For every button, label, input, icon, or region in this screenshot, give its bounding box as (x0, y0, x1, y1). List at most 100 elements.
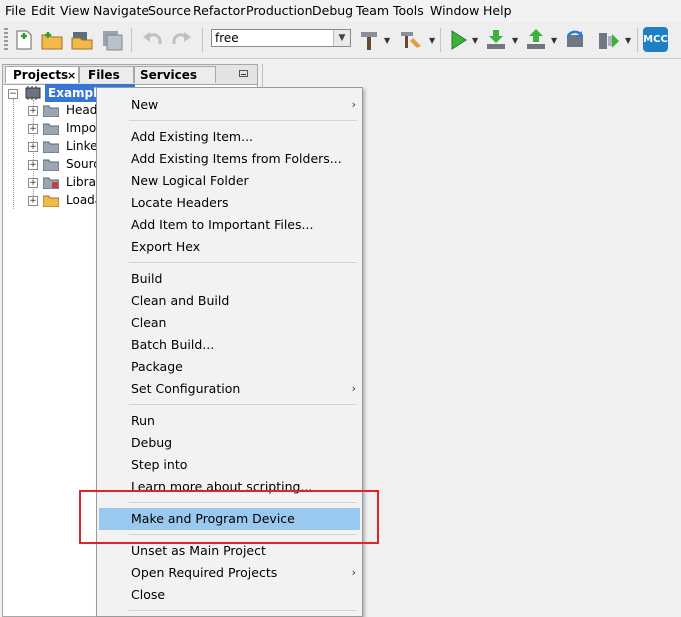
folder-icon (43, 123, 59, 135)
expand-icon[interactable]: + (28, 160, 38, 170)
menu-tools[interactable]: Tools (393, 3, 424, 18)
menu-source[interactable]: Source (148, 3, 191, 18)
menu-team[interactable]: Team (356, 3, 389, 18)
menu-item-label: Clean and Build (131, 293, 230, 308)
save-all-icon[interactable] (100, 28, 124, 52)
new-file-icon[interactable] (12, 28, 36, 52)
new-project-icon[interactable] (40, 28, 64, 52)
loadable-folder-icon (43, 195, 59, 207)
run-icon[interactable] (446, 28, 470, 52)
menu-item-label: New (131, 97, 159, 112)
chevron-right-icon: › (351, 382, 356, 395)
menu-item-label: Add Existing Items from Folders... (131, 151, 342, 166)
build-hammer-icon[interactable] (358, 28, 382, 52)
tab-services[interactable]: Services (134, 66, 216, 83)
expand-icon[interactable]: + (28, 124, 38, 134)
menu-item-open-required-projects[interactable]: Open Required Projects › (99, 562, 360, 584)
configuration-select[interactable]: free ▼ (211, 29, 351, 47)
highlight-annotation-box (79, 490, 379, 544)
chevron-right-icon: › (351, 98, 356, 111)
menu-item-step-into[interactable]: Step into (99, 454, 360, 476)
menu-window[interactable]: Window (430, 3, 479, 18)
folder-icon (43, 105, 59, 117)
menu-item-label: Step into (131, 457, 188, 472)
menu-item-add-item-to-important-files[interactable]: Add Item to Important Files... (99, 214, 360, 236)
menu-item-label: Add Existing Item... (131, 129, 254, 144)
chevron-down-icon[interactable]: ▼ (472, 36, 478, 45)
close-icon[interactable]: × (67, 67, 76, 84)
menu-view[interactable]: View (60, 3, 90, 18)
menu-edit[interactable]: Edit (31, 3, 55, 18)
tab-projects-label: Projects (13, 68, 69, 82)
menu-item-label: Batch Build... (131, 337, 215, 352)
chevron-down-icon[interactable]: ▼ (551, 36, 557, 45)
configuration-value: free (215, 31, 239, 45)
menu-item-batch-build[interactable]: Batch Build... (99, 334, 360, 356)
menu-item-label: Open Required Projects (131, 565, 278, 580)
menu-item-label: Package (131, 359, 183, 374)
menu-item-label: Build (131, 271, 163, 286)
redo-icon[interactable] (170, 28, 194, 52)
menu-item-new[interactable]: New › (99, 94, 360, 116)
menu-file[interactable]: File (5, 3, 26, 18)
chevron-down-icon[interactable]: ▼ (625, 36, 631, 45)
clean-build-icon[interactable] (399, 28, 423, 52)
menu-item-build[interactable]: Build (99, 268, 360, 290)
chip-icon (25, 86, 41, 100)
mcc-label: MCC (643, 34, 668, 45)
menu-item-label: Debug (131, 435, 173, 450)
upload-icon[interactable] (524, 28, 548, 52)
menu-item-label: New Logical Folder (131, 173, 249, 188)
menu-refactor[interactable]: Refactor (193, 3, 245, 18)
menu-item-locate-headers[interactable]: Locate Headers (99, 192, 360, 214)
menu-item-label: Set Configuration (131, 381, 241, 396)
chevron-down-icon[interactable]: ▼ (429, 36, 435, 45)
refresh-icon[interactable] (563, 28, 587, 52)
tab-services-label: Services (140, 68, 198, 82)
menu-item-clean[interactable]: Clean (99, 312, 360, 334)
open-project-icon[interactable] (70, 28, 94, 52)
chevron-down-icon[interactable]: ▼ (512, 36, 518, 45)
menu-item-label: Locate Headers (131, 195, 229, 210)
toolbar-grip[interactable] (4, 28, 8, 52)
tab-projects[interactable]: Projects × (5, 66, 79, 83)
menu-item-label: Export Hex (131, 239, 201, 254)
menu-item-run[interactable]: Run (99, 410, 360, 432)
minimize-icon[interactable] (239, 70, 248, 77)
tab-files[interactable]: Files (79, 66, 134, 83)
menu-item-clean-and-build[interactable]: Clean and Build (99, 290, 360, 312)
folder-icon (43, 141, 59, 153)
tab-files-label: Files (88, 68, 120, 82)
chevron-down-icon[interactable]: ▼ (333, 30, 350, 46)
menu-help[interactable]: Help (483, 3, 512, 18)
menu-navigate[interactable]: Navigate (93, 3, 149, 18)
menu-item-label: Close (131, 587, 166, 602)
library-folder-icon (43, 177, 59, 189)
menu-item-export-hex[interactable]: Export Hex (99, 236, 360, 258)
menu-item-new-logical-folder[interactable]: New Logical Folder (99, 170, 360, 192)
menu-item-add-existing-items-from-folders[interactable]: Add Existing Items from Folders... (99, 148, 360, 170)
debug-download-icon[interactable] (484, 28, 508, 52)
mcc-icon[interactable]: MCC (643, 27, 668, 52)
folder-icon (43, 159, 59, 171)
expand-icon[interactable]: + (28, 142, 38, 152)
menu-item-debug[interactable]: Debug (99, 432, 360, 454)
panel-tabs: Projects × Files Services (3, 65, 257, 85)
expand-icon[interactable]: + (28, 106, 38, 116)
collapse-icon[interactable]: − (8, 89, 18, 99)
menu-item-close[interactable]: Close (99, 584, 360, 606)
menu-item-label: Clean (131, 315, 167, 330)
menu-item-label: Run (131, 413, 155, 428)
chevron-right-icon: › (351, 566, 356, 579)
undo-icon[interactable] (140, 28, 164, 52)
chevron-down-icon[interactable]: ▼ (384, 36, 390, 45)
make-program-icon[interactable] (597, 28, 621, 52)
menu-item-package[interactable]: Package (99, 356, 360, 378)
expand-icon[interactable]: + (28, 196, 38, 206)
menu-item-set-configuration[interactable]: Set Configuration › (99, 378, 360, 400)
menu-debug[interactable]: Debug (312, 3, 353, 18)
menu-bar: File Edit View Navigate Source Refactor … (0, 0, 681, 22)
menu-item-add-existing-item[interactable]: Add Existing Item... (99, 126, 360, 148)
menu-production[interactable]: Production (246, 3, 313, 18)
expand-icon[interactable]: + (28, 178, 38, 188)
